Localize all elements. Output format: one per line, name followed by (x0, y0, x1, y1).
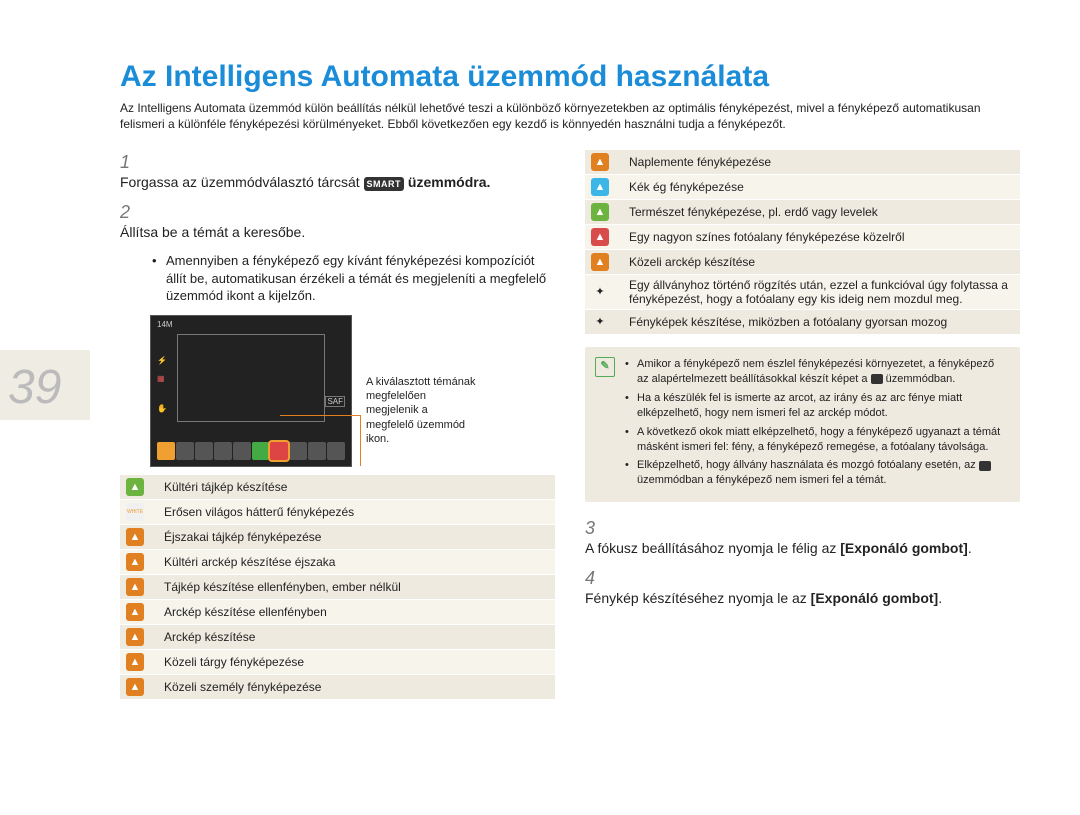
mode-desc: Erősen világos hátterű fényképezés (158, 499, 555, 524)
step-1: 1 Forgassa az üzemmódválasztó tárcsát SM… (120, 152, 555, 192)
table-row: ▲ Arckép készítése (120, 624, 555, 649)
step-2: 2 Állítsa be a témát a keresőbe. (120, 202, 555, 242)
flash-icon: ⚡ (157, 356, 167, 365)
table-row: ▲ Arckép készítése ellenfényben (120, 599, 555, 624)
af-badge: SAF (325, 396, 345, 407)
callout-leader (280, 415, 361, 466)
smart-mode-badge: SMART (364, 177, 405, 191)
note-item: Elképzelhető, hogy állvány használata és… (625, 458, 1008, 488)
table-row: ✦ Fényképek készítése, miközben a fotóala… (585, 310, 1020, 335)
mode-desc: Kék ég fényképezése (623, 175, 1020, 200)
step-num: 2 (120, 202, 138, 223)
note-item: Amikor a fényképező nem észlel fényképez… (625, 357, 1008, 387)
step-2-bullets: Amennyiben a fényképező egy kívánt fényk… (152, 252, 555, 305)
mode-desc: Közeli tárgy fényképezése (158, 649, 555, 674)
mode-icon (176, 442, 194, 460)
inline-mode-icon (979, 461, 991, 471)
step-num: 4 (585, 568, 603, 589)
mode-icon: ✦ (591, 283, 609, 301)
mode-desc: Egy állványhoz történő rögzítés után, ez… (623, 275, 1020, 310)
table-row: ▲ Kültéri tájkép készítése (120, 475, 555, 500)
mode-icon: ▲ (126, 528, 144, 546)
manual-page: 39 Az Intelligens Automata üzemmód haszn… (0, 0, 1080, 744)
mode-icon-active (270, 442, 288, 460)
step-4-text: Fénykép készítéséhez nyomja le az [Expon… (585, 589, 990, 608)
table-row: ▲ Kék ég fényképezése (585, 175, 1020, 200)
step-3: 3 A fókusz beállításához nyomja le félig… (585, 518, 1020, 558)
page-title: Az Intelligens Automata üzemmód használa… (120, 60, 1020, 94)
two-column-layout: 1 Forgassa az üzemmódválasztó tárcsát SM… (120, 146, 1020, 703)
table-row: ▲ Természet fényképezése, pl. erdő vagy l… (585, 200, 1020, 225)
rgb-icon: ▦ (157, 374, 165, 383)
mode-icon: ▲ (126, 578, 144, 596)
note-box: ✎ Amikor a fényképező nem észlel fénykép… (585, 347, 1020, 502)
mode-desc: Kültéri tájkép készítése (158, 475, 555, 500)
step-3-text: A fókusz beállításához nyomja le félig a… (585, 539, 990, 558)
mode-icon: ▲ (126, 553, 144, 571)
res-badge: 14M (157, 320, 173, 329)
intro-text: Az Intelligens Automata üzemmód külön be… (120, 100, 1020, 132)
mode-icon: ✦ (591, 313, 609, 331)
mode-icon: ▲ (126, 678, 144, 696)
mode-desc: Természet fényképezése, pl. erdő vagy le… (623, 200, 1020, 225)
table-row: ▲ Kültéri arckép készítése éjszaka (120, 549, 555, 574)
hand-icon: ✋ (157, 404, 167, 413)
mode-desc: Naplemente fényképezése (623, 150, 1020, 175)
mode-icon: ▲ (591, 178, 609, 196)
mode-icon (195, 442, 213, 460)
mode-icon: ▲ (591, 253, 609, 271)
mode-icon: ▲ (126, 628, 144, 646)
note-item: A következő okok miatt elképzelhető, hog… (625, 425, 1008, 455)
focus-frame (177, 334, 325, 422)
left-column: 1 Forgassa az üzemmódválasztó tárcsát SM… (120, 146, 555, 703)
mode-desc: Egy nagyon színes fotóalany fényképezése… (623, 225, 1020, 250)
mode-icon (214, 442, 232, 460)
step-4: 4 Fénykép készítéséhez nyomja le az [Exp… (585, 568, 1020, 608)
mode-desc: Közeli arckép készítése (623, 250, 1020, 275)
table-row: WHITE Erősen világos hátterű fényképezés (120, 499, 555, 524)
mode-icon: ▲ (591, 203, 609, 221)
note-list: Amikor a fényképező nem észlel fényképez… (625, 357, 1008, 488)
mode-table-left: ▲ Kültéri tájkép készítése WHITE Erősen vil… (120, 475, 555, 700)
mode-desc: Kültéri arckép készítése éjszaka (158, 549, 555, 574)
note-item: Ha a készülék fel is ismerte az arcot, a… (625, 391, 1008, 421)
right-column: ▲ Naplemente fényképezése ▲ Kék ég fényképe… (585, 146, 1020, 703)
mode-desc: Arckép készítése (158, 624, 555, 649)
mode-desc: Fényképek készítése, miközben a fotóalan… (623, 310, 1020, 335)
table-row: ▲ Közeli arckép készítése (585, 250, 1020, 275)
table-row: ▲ Egy nagyon színes fotóalany fényképezés… (585, 225, 1020, 250)
mode-table-right: ▲ Naplemente fényképezése ▲ Kék ég fényképe… (585, 150, 1020, 335)
table-row: ▲ Közeli személy fényképezése (120, 674, 555, 699)
mode-icon: WHITE (126, 503, 144, 521)
mode-icon (252, 442, 270, 460)
mode-desc: Éjszakai tájkép fényképezése (158, 524, 555, 549)
mode-desc: Tájkép készítése ellenfényben, ember nél… (158, 574, 555, 599)
step-2-text: Állítsa be a témát a keresőbe. (120, 223, 525, 242)
mode-icon: ▲ (126, 478, 144, 496)
step-1-text: Forgassa az üzemmódválasztó tárcsát SMAR… (120, 173, 525, 192)
table-row: ✦ Egy állványhoz történő rögzítés után, e… (585, 275, 1020, 310)
mode-desc: Arckép készítése ellenfényben (158, 599, 555, 624)
table-row: ▲ Éjszakai tájkép fényképezése (120, 524, 555, 549)
mode-icon (157, 442, 175, 460)
step-num: 1 (120, 152, 138, 173)
mode-icon: ▲ (591, 228, 609, 246)
callout-text: A kiválasztott témának megfelelően megje… (366, 375, 476, 446)
mode-icon: ▲ (591, 153, 609, 171)
note-icon: ✎ (595, 357, 615, 377)
table-row: ▲ Közeli tárgy fényképezése (120, 649, 555, 674)
page-number: 39 (8, 360, 61, 415)
inline-mode-icon (871, 374, 883, 384)
table-row: ▲ Naplemente fényképezése (585, 150, 1020, 175)
step-2-bullet: Amennyiben a fényképező egy kívánt fényk… (152, 252, 555, 305)
table-row: ▲ Tájkép készítése ellenfényben, ember né… (120, 574, 555, 599)
step-num: 3 (585, 518, 603, 539)
mode-desc: Közeli személy fényképezése (158, 674, 555, 699)
mode-icon: ▲ (126, 653, 144, 671)
mode-icon (233, 442, 251, 460)
camera-screen-illustration: 14M SAF ⚡ ▦ ✋ (150, 315, 480, 467)
mode-icon: ▲ (126, 603, 144, 621)
